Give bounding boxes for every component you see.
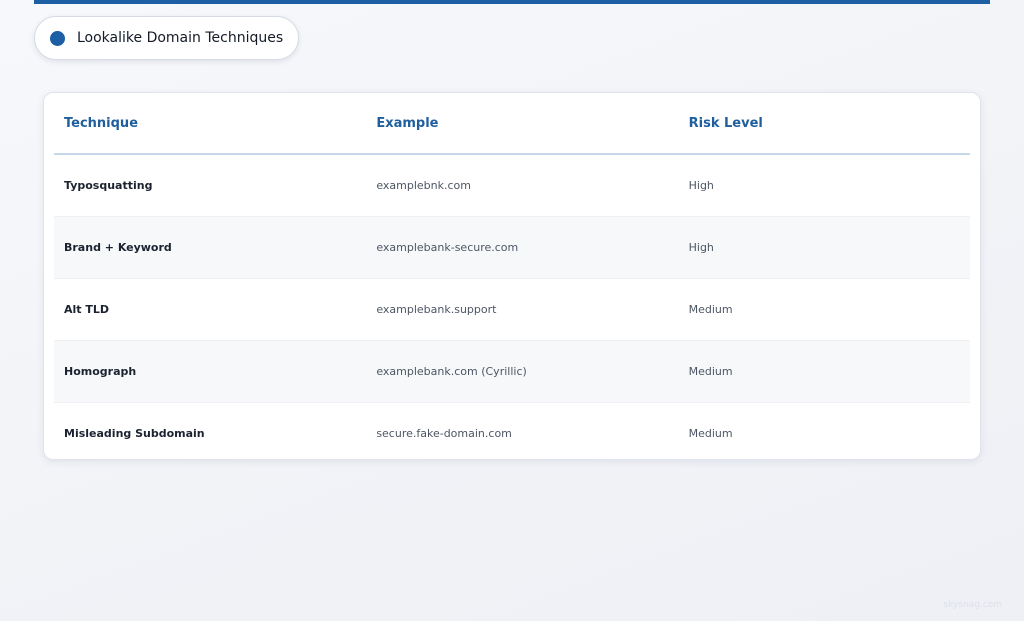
cell-example: examplebnk.com <box>376 179 471 192</box>
page-title: Lookalike Domain Techniques <box>77 30 284 46</box>
cell-technique: Brand + Keyword <box>64 241 172 254</box>
top-accent-bar <box>34 0 990 4</box>
column-header-example: Example <box>376 115 439 131</box>
cell-technique: Typosquatting <box>64 179 153 192</box>
table-row: Misleading Subdomain secure.fake-domain.… <box>54 403 970 464</box>
column-header-technique: Technique <box>64 115 139 131</box>
cell-risk-level: Medium <box>688 303 733 316</box>
cell-example: examplebank-secure.com <box>376 241 519 254</box>
watermark: skysnag.com <box>943 600 1002 610</box>
cell-technique: Misleading Subdomain <box>64 427 205 440</box>
table-row: Brand + Keyword examplebank-secure.com H… <box>54 217 970 279</box>
table-row: Homograph examplebank.com (Cyrillic) Med… <box>54 341 970 403</box>
table-header: Technique Example Risk Level <box>54 93 970 155</box>
cell-risk-level: High <box>688 241 714 254</box>
cell-example: secure.fake-domain.com <box>376 427 512 440</box>
cell-technique: Alt TLD <box>64 303 110 316</box>
table-body: Typosquatting examplebnk.com High Brand … <box>54 155 970 464</box>
column-header-risk-level: Risk Level <box>688 115 763 131</box>
cell-example: examplebank.com (Cyrillic) <box>376 365 527 378</box>
table-row: Typosquatting examplebnk.com High <box>54 155 970 217</box>
techniques-table: Technique Example Risk Level Typosquatti… <box>43 92 981 460</box>
cell-risk-level: High <box>688 179 714 192</box>
cell-example: examplebank.support <box>376 303 497 316</box>
bullet-dot-icon <box>50 30 65 46</box>
page-title-pill: Lookalike Domain Techniques <box>34 16 299 60</box>
table-row: Alt TLD examplebank.support Medium <box>54 279 970 341</box>
cell-technique: Homograph <box>64 365 137 378</box>
cell-risk-level: Medium <box>688 427 733 440</box>
cell-risk-level: Medium <box>688 365 733 378</box>
